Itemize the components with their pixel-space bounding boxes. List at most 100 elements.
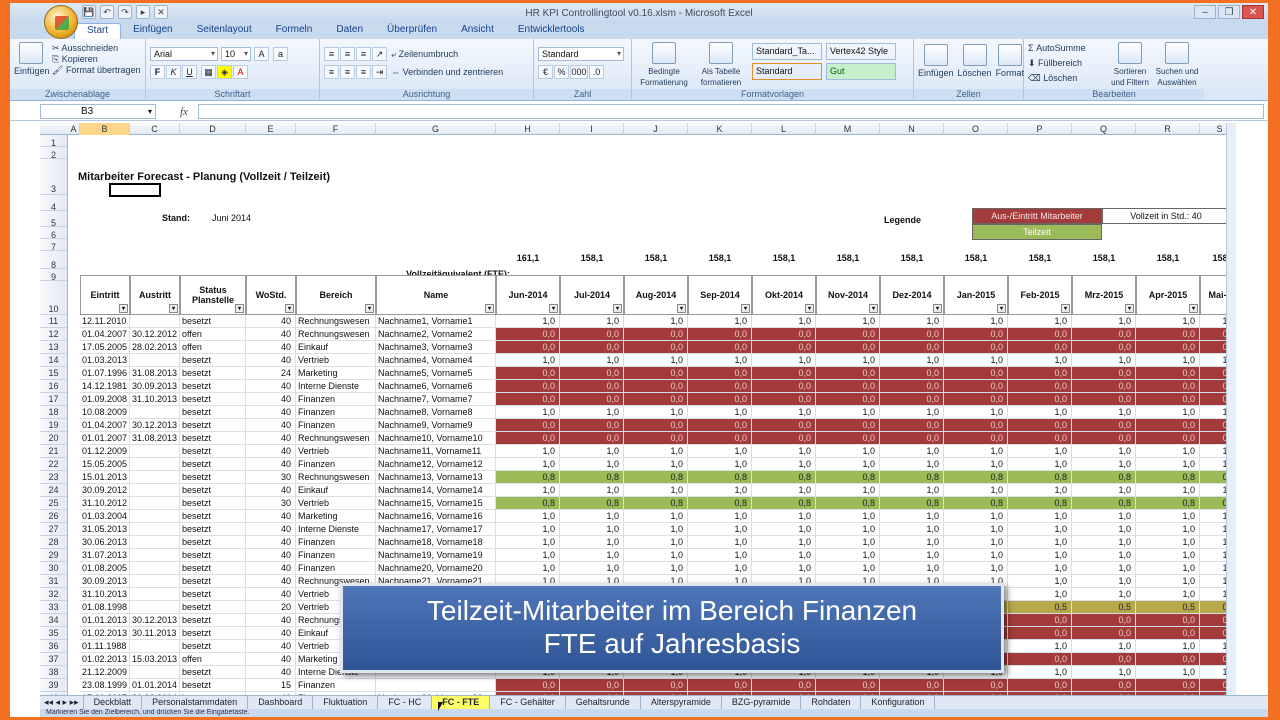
cell-s[interactable]: besetzt <box>180 679 246 692</box>
cell-fte[interactable]: 0,0 <box>688 393 752 406</box>
cell-fte[interactable]: 0,0 <box>944 367 1008 380</box>
column-header-A[interactable]: A <box>68 123 80 135</box>
cell-fte[interactable]: 0,0 <box>1008 627 1072 640</box>
cell-s[interactable]: besetzt <box>180 601 246 614</box>
column-header-K[interactable]: K <box>688 123 752 135</box>
cell-fte[interactable]: 1,0 <box>496 445 560 458</box>
cell-fte[interactable]: 1,0 <box>1072 523 1136 536</box>
cell-fte[interactable]: 0,8 <box>944 471 1008 484</box>
cell-fte[interactable]: 0,0 <box>688 419 752 432</box>
cell-e[interactable]: 01.11.1988 <box>80 640 130 653</box>
cell-e[interactable]: 15.05.2005 <box>80 458 130 471</box>
cell-s[interactable]: besetzt <box>180 445 246 458</box>
cell-fte[interactable]: 0,0 <box>944 432 1008 445</box>
row-header-13[interactable]: 13 <box>40 341 67 354</box>
column-header-E[interactable]: E <box>246 123 296 135</box>
cell-fte[interactable]: 1,0 <box>1136 445 1200 458</box>
cell-fte[interactable]: 0,8 <box>752 497 816 510</box>
cell-fte[interactable]: 1,0 <box>1136 549 1200 562</box>
cell-fte[interactable]: 1,0 <box>624 536 688 549</box>
cell-fte[interactable]: 0,0 <box>1008 367 1072 380</box>
cell-fte[interactable]: 1,0 <box>816 562 880 575</box>
cell-fte[interactable]: 0,0 <box>560 432 624 445</box>
cell-b[interactable]: Finanzen <box>296 393 376 406</box>
sheet-tab-6[interactable]: FC - Gehälter <box>490 696 566 709</box>
underline-button[interactable]: U <box>182 65 197 79</box>
cell-b[interactable]: Finanzen <box>296 536 376 549</box>
cell-s[interactable]: besetzt <box>180 380 246 393</box>
grow-font-icon[interactable]: A <box>254 47 269 61</box>
cell-a[interactable]: 30.12.2013 <box>130 419 180 432</box>
cell-fte[interactable]: 0,0 <box>1136 419 1200 432</box>
sheet-tab-11[interactable]: Konfiguration <box>861 696 936 709</box>
cell-s[interactable]: besetzt <box>180 523 246 536</box>
cell-fte[interactable]: 0,8 <box>560 471 624 484</box>
cell-fte[interactable]: 1,0 <box>1072 640 1136 653</box>
row-header-25[interactable]: 25 <box>40 497 67 510</box>
align-middle-icon[interactable]: ≡ <box>340 47 355 61</box>
cell-s[interactable]: offen <box>180 341 246 354</box>
filter-dropdown-icon[interactable]: ▾ <box>1125 304 1134 313</box>
cell-fte[interactable]: 0,0 <box>1008 653 1072 666</box>
cell-fte[interactable]: 0,8 <box>624 497 688 510</box>
cell-fte[interactable]: 1,0 <box>688 354 752 367</box>
cell-fte[interactable]: 0,0 <box>880 328 944 341</box>
cell-fte[interactable]: 1,0 <box>688 445 752 458</box>
row-header-6[interactable]: 6 <box>40 227 67 240</box>
filter-dropdown-icon[interactable]: ▾ <box>235 304 244 313</box>
cell-fte[interactable]: 0,8 <box>1008 471 1072 484</box>
cell-w[interactable]: 40 <box>246 653 296 666</box>
cell-fte[interactable]: 0,0 <box>624 367 688 380</box>
cell-fte[interactable]: 1,0 <box>1136 315 1200 328</box>
filter-dropdown-icon[interactable]: ▾ <box>933 304 942 313</box>
cell-fte[interactable]: 1,0 <box>752 549 816 562</box>
orientation-icon[interactable]: ↗ <box>372 47 387 61</box>
cell-s[interactable]: besetzt <box>180 562 246 575</box>
filter-dropdown-icon[interactable]: ▾ <box>365 304 374 313</box>
cell-fte[interactable]: 0,0 <box>1072 614 1136 627</box>
cell-fte[interactable]: 0,0 <box>560 380 624 393</box>
decimal-icon[interactable]: .0 <box>589 65 604 79</box>
row-header-31[interactable]: 31 <box>40 575 67 588</box>
sort-filter-button[interactable]: Sortieren und Filtern <box>1108 42 1152 88</box>
cell-fte[interactable]: 0,0 <box>496 393 560 406</box>
cell-fte[interactable]: 0,0 <box>1136 341 1200 354</box>
cell-e[interactable]: 01.01.2013 <box>80 614 130 627</box>
currency-icon[interactable]: € <box>538 65 553 79</box>
number-format-select[interactable]: Standard <box>538 47 624 61</box>
cell-n[interactable]: Nachname10, Vorname10 <box>376 432 496 445</box>
cell-a[interactable] <box>130 458 180 471</box>
cell-fte[interactable]: 0,8 <box>496 471 560 484</box>
cell-fte[interactable]: 0,0 <box>624 679 688 692</box>
cell-b[interactable]: Vertrieb <box>296 445 376 458</box>
cell-b[interactable]: Einkauf <box>296 341 376 354</box>
cell-fte[interactable]: 1,0 <box>752 562 816 575</box>
cell-fte[interactable]: 1,0 <box>752 523 816 536</box>
minimize-icon[interactable]: – <box>1194 5 1216 19</box>
cell-fte[interactable]: 1,0 <box>944 354 1008 367</box>
cell-fte[interactable]: 1,0 <box>1072 575 1136 588</box>
cell-fte[interactable]: 0,0 <box>1008 614 1072 627</box>
cell-fte[interactable]: 1,0 <box>1136 575 1200 588</box>
cell-fte[interactable]: 0,0 <box>944 679 1008 692</box>
cell-fte[interactable]: 0,0 <box>1008 679 1072 692</box>
cell-n[interactable]: Nachname2, Vorname2 <box>376 328 496 341</box>
filter-dropdown-icon[interactable]: ▾ <box>613 304 622 313</box>
sheet-tab-0[interactable]: Deckblatt <box>84 696 143 709</box>
filter-dropdown-icon[interactable]: ▾ <box>869 304 878 313</box>
cell-e[interactable]: 01.01.2007 <box>80 432 130 445</box>
cell-fte[interactable]: 1,0 <box>880 315 944 328</box>
cell-fte[interactable]: 1,0 <box>624 445 688 458</box>
cell-fte[interactable]: 0,0 <box>1072 679 1136 692</box>
row-header-27[interactable]: 27 <box>40 523 67 536</box>
row-header-10[interactable]: 10 <box>40 281 67 315</box>
tab-nav-icon[interactable]: ◂◂ ◂ ▸ ▸▸ <box>40 696 84 709</box>
cell-fte[interactable]: 1,0 <box>1072 458 1136 471</box>
row-header-4[interactable]: 4 <box>40 195 67 212</box>
cell-fte[interactable]: 1,0 <box>944 458 1008 471</box>
tab-3[interactable]: Formeln <box>264 23 325 39</box>
qat-button-icon[interactable]: ▸ <box>136 5 150 19</box>
cell-fte[interactable]: 0,0 <box>688 432 752 445</box>
sheet-tab-1[interactable]: Personalstammdaten <box>142 696 249 709</box>
cell-fte[interactable]: 0,0 <box>816 393 880 406</box>
